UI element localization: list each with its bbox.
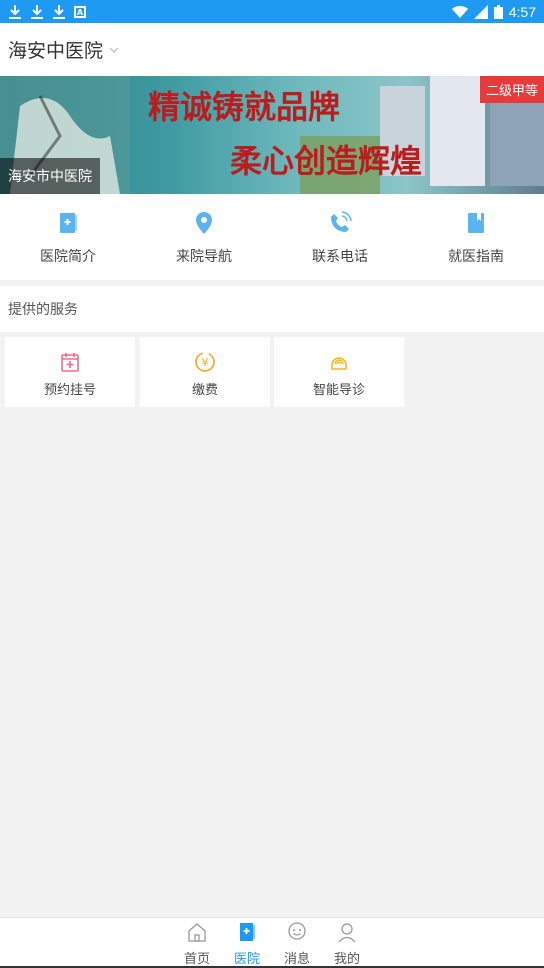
download-icon [53,4,65,19]
nav-messages[interactable]: 消息 [277,918,317,967]
user-icon [338,923,356,943]
phone-icon [331,211,352,232]
clock-text: 4:57 [508,3,536,20]
hospital-doc-icon [60,213,77,233]
service-label: 预约挂号 [43,383,96,398]
quick-item-label: 就医指南 [448,249,504,265]
service-label: 智能导诊 [312,383,365,398]
home-icon [188,923,206,942]
hospital-selector-title[interactable]: 海安中医院 [8,36,103,63]
smart-guide-icon [331,357,347,370]
app-header: 海安中医院 [0,23,544,76]
quick-item-label: 医院简介 [40,249,96,265]
signal-icon [473,4,488,19]
service-payment[interactable]: ¥ 缴费 [140,337,270,407]
hospital-banner[interactable]: 精诚铸就品牌 柔心创造辉煌 二级甲等 海安市中医院 [0,76,544,194]
quick-item-hospital-intro[interactable]: 医院简介 [0,194,136,280]
location-pin-icon [196,212,212,234]
banner-caption: 海安市中医院 [0,158,100,194]
service-label: 缴费 [191,383,218,398]
download-icon [9,4,21,19]
quick-menu: 医院简介 来院导航 联系电话 就医指南 [0,194,544,280]
message-icon [288,922,306,940]
hospital-grade-badge: 二级甲等 [479,76,544,103]
nav-home[interactable]: 首页 [177,918,217,967]
download-icon [31,4,43,19]
book-icon [468,213,484,233]
service-smart-guide[interactable]: 智能导诊 [274,337,404,407]
banner-slogan-line2: 柔心创造辉煌 [230,142,422,180]
nav-label: 我的 [333,952,360,967]
wifi-icon [451,5,468,18]
app-a-icon: A [74,5,86,18]
chevron-down-icon[interactable] [109,45,119,55]
services-title: 提供的服务 [0,286,544,332]
notification-icons: A [8,4,86,20]
svg-text:¥: ¥ [202,356,209,369]
yuan-coin-icon: ¥ [195,352,215,372]
nav-label: 医院 [233,952,260,967]
nav-hospital[interactable]: 医院 [227,918,267,967]
nav-label: 消息 [283,952,310,967]
battery-icon [493,4,503,19]
quick-item-guide[interactable]: 就医指南 [408,194,544,280]
quick-item-phone[interactable]: 联系电话 [272,194,408,280]
services-grid: 预约挂号 ¥ 缴费 智能导诊 [0,332,544,412]
service-appointment[interactable]: 预约挂号 [5,337,135,407]
status-bar: A 4:57 [0,0,544,23]
calendar-plus-icon [61,353,79,372]
hospital-icon [240,923,255,941]
nav-label: 首页 [183,952,210,967]
quick-item-navigation[interactable]: 来院导航 [136,194,272,280]
quick-item-label: 联系电话 [312,249,368,265]
system-status: 4:57 [451,3,536,20]
quick-item-label: 来院导航 [176,249,232,265]
nav-profile[interactable]: 我的 [327,918,367,967]
banner-slogan-line1: 精诚铸就品牌 [148,88,340,126]
bottom-navigation: 首页 医院 消息 我的 [0,917,544,967]
